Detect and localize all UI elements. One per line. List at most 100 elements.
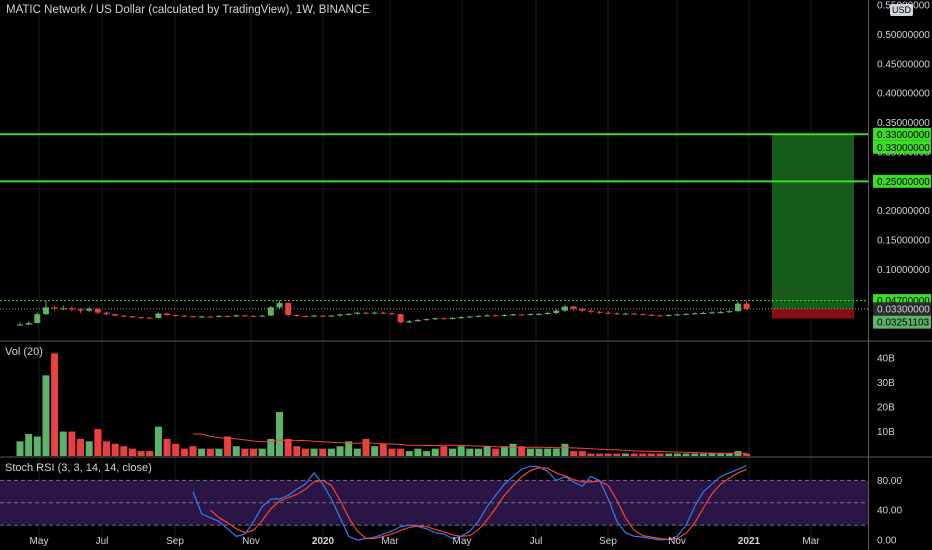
volume-bar (250, 448, 258, 456)
volume-tick-label: 30B (877, 378, 895, 389)
candle-body (683, 313, 690, 315)
price-label-text: 0.03300000 (877, 304, 930, 315)
volume-bar (16, 441, 24, 456)
candle-body (68, 308, 75, 310)
volume-bar (276, 412, 283, 456)
volume-bar (743, 453, 751, 456)
candle-body (631, 313, 638, 315)
candle-body (129, 316, 136, 318)
candle-body (215, 315, 222, 317)
volume-bar (284, 438, 292, 456)
volume-bar (68, 431, 76, 456)
candle-body (233, 315, 240, 317)
candle-body (553, 310, 560, 313)
candle-body (674, 314, 681, 316)
candle-body (311, 315, 318, 317)
price-tick-label: 0.50000000 (877, 30, 930, 41)
volume-bar (319, 448, 327, 456)
volume-bar (111, 443, 119, 456)
volume-bar (509, 443, 517, 456)
price-tick-label: 0.20000000 (877, 206, 930, 217)
candle-body (103, 312, 110, 315)
candle-body (466, 316, 473, 318)
candle-body (250, 315, 257, 317)
time-tick-label: May (30, 536, 49, 547)
volume-bar (301, 448, 309, 456)
volume-bar (310, 448, 318, 456)
candle-body (259, 315, 266, 317)
volume-bar (163, 438, 171, 456)
time-tick-label: Sep (599, 536, 617, 547)
volume-bar (137, 451, 145, 456)
candle-body (207, 316, 214, 318)
candle-body (17, 324, 23, 326)
volume-bar (120, 446, 128, 456)
price-tick-label: 0.10000000 (877, 265, 930, 276)
candle-body (648, 314, 655, 316)
price-label-entry: 0.03300000 (873, 302, 931, 316)
volume-bar (630, 453, 638, 456)
volume-bar (327, 448, 335, 456)
candle-body (181, 315, 188, 317)
candle-body (458, 317, 465, 319)
candle-body (302, 315, 309, 317)
price-label-text: 0.25000000 (877, 177, 930, 188)
candle-body (380, 312, 387, 314)
price-label-text: 0.33000000 (877, 143, 930, 154)
volume-bar (578, 451, 586, 456)
volume-bar (587, 453, 595, 456)
volume-bar (33, 436, 41, 456)
volume-bar (570, 451, 578, 456)
volume-bar (258, 448, 266, 456)
candle-body (475, 315, 482, 317)
candle-body (527, 314, 534, 316)
candle-body (42, 307, 49, 315)
candle-body (536, 313, 542, 315)
volume-bar (622, 453, 629, 456)
candle-body (743, 303, 750, 309)
volume-bar (647, 453, 655, 456)
candle-body (665, 315, 672, 317)
candle-body (319, 315, 326, 317)
volume-bar (639, 453, 647, 456)
candle-body (717, 312, 724, 314)
volume-bar (405, 451, 413, 456)
volume-bar (596, 453, 604, 456)
volume-bar (154, 426, 162, 456)
candle-body (155, 313, 162, 318)
volume-bar (59, 431, 67, 456)
volume-bar (362, 438, 370, 456)
candle-body (726, 311, 733, 313)
candle-body (510, 314, 517, 316)
volume-series (16, 353, 751, 456)
volume-bar (423, 451, 431, 456)
volume-bar (725, 453, 733, 456)
volume-tick-label: 40B (877, 354, 895, 365)
candle-body (164, 313, 171, 316)
volume-bar (449, 448, 456, 456)
volume-bar (232, 446, 240, 456)
profit-zone (772, 134, 854, 309)
volume-bar (483, 446, 491, 456)
candle-body (561, 306, 568, 311)
candle-body (639, 314, 646, 316)
candle-body (605, 312, 612, 314)
volume-bar (77, 438, 85, 456)
volume-bar (103, 441, 110, 456)
time-tick-label: Jul (530, 536, 543, 547)
horizontal-lines[interactable] (0, 133, 868, 310)
currency-badge[interactable]: USD (890, 4, 914, 16)
stoch-tick-label: 40.00 (877, 506, 902, 517)
long-position-tool[interactable] (772, 134, 854, 319)
candle-body (345, 313, 352, 315)
volume-bar (552, 448, 560, 456)
volume-bar (466, 448, 474, 456)
time-tick-label: Sep (166, 536, 184, 547)
candle-body (190, 316, 196, 318)
volume-bar (85, 441, 93, 456)
volume-bar (94, 429, 102, 456)
volume-bar (544, 448, 552, 456)
volume-bar (128, 448, 136, 456)
stop-zone (772, 308, 854, 319)
candle-body (371, 312, 378, 314)
